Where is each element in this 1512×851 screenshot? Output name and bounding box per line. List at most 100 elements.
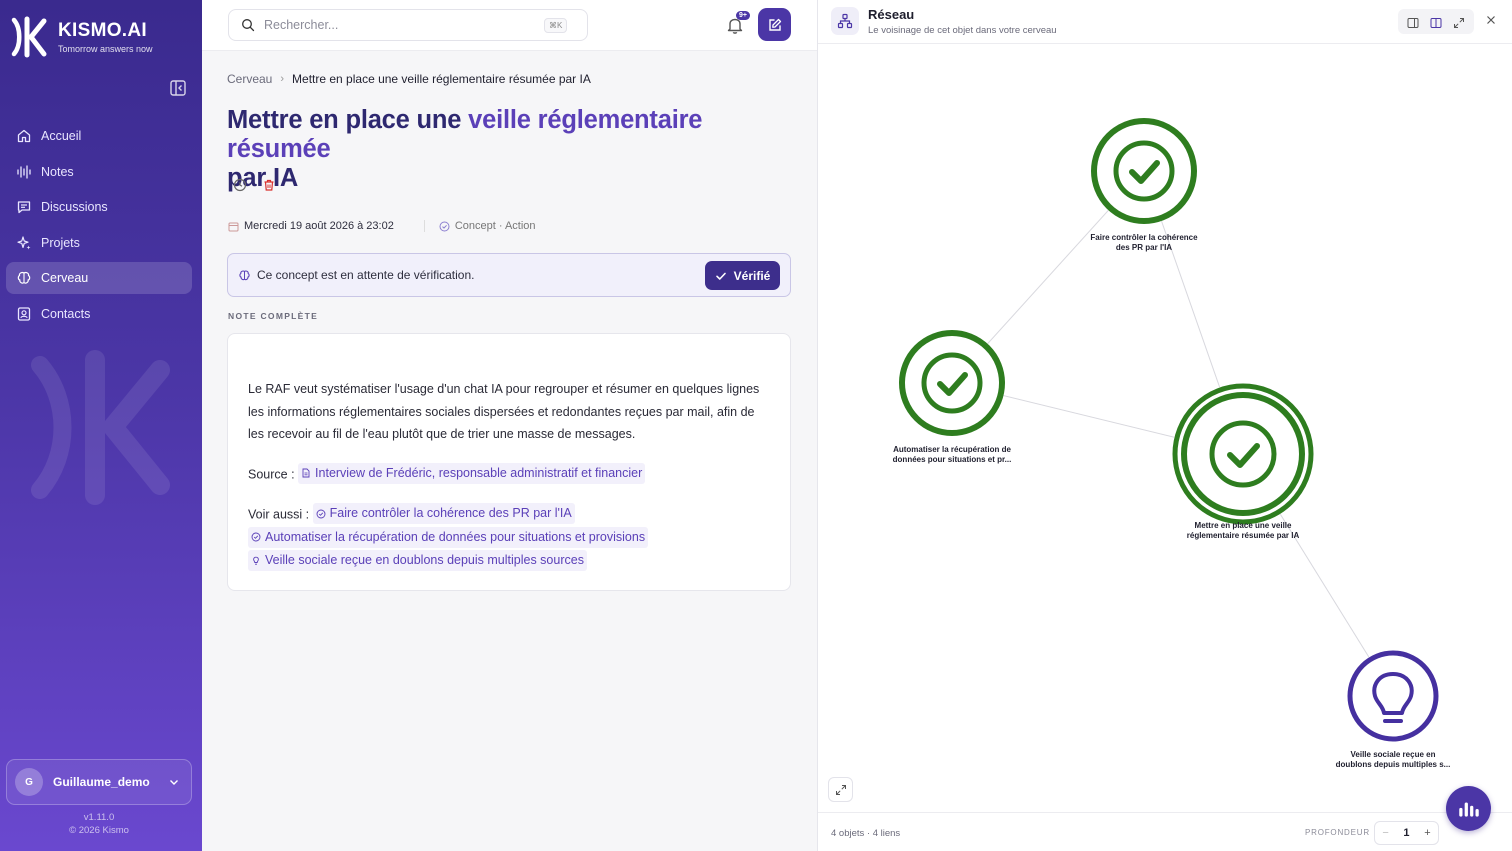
trash-icon [264, 179, 274, 191]
expand-icon [1454, 17, 1465, 28]
sidebar-item-accueil[interactable]: Accueil [6, 120, 192, 152]
check-icon [715, 272, 726, 280]
chevron-down-icon [170, 780, 178, 785]
graph-node-pr-coherence[interactable] [1091, 118, 1197, 224]
calendar-icon [228, 222, 239, 231]
depth-label: PROFONDEUR [1305, 828, 1370, 837]
sidebar-item-discussions[interactable]: Discussions [6, 191, 192, 223]
depth-decrement-button[interactable]: − [1382, 827, 1388, 839]
source-link-label: Interview de Frédéric, responsable admin… [315, 465, 643, 480]
chevron-right-icon: › [280, 73, 285, 85]
see-also-label: Voir aussi : [248, 507, 310, 522]
see-also-link[interactable]: Veille sociale reçue en doublons depuis … [248, 550, 587, 571]
divider [423, 220, 425, 232]
history-button[interactable] [233, 178, 247, 192]
brain-icon [239, 270, 250, 280]
depth-stepper: − 1 + [1374, 821, 1439, 845]
clock-icon [233, 178, 247, 192]
user-name: Guillaume_demo [53, 775, 150, 789]
brand-name: KISMO.AI [58, 20, 147, 41]
sparkles-icon [17, 235, 31, 249]
graph-node-data-recovery[interactable] [899, 330, 1005, 436]
see-also-link[interactable]: Faire contrôler la cohérence des PR par … [312, 503, 575, 524]
sidebar-item-label: Cerveau [41, 271, 89, 285]
delete-button[interactable] [262, 178, 276, 192]
panel-header: Réseau Le voisinage de cet objet dans vo… [818, 0, 1512, 44]
node-label: Veille sociale reçue en doublons depuis m… [1335, 750, 1451, 769]
breadcrumb-current: Mettre en place une veille réglementaire… [292, 72, 591, 86]
sidebar-item-projets[interactable]: Projets [6, 227, 192, 259]
brand-logo[interactable]: KISMO.AI Tomorrow answers now [8, 14, 153, 60]
note-card: Le RAF veut systématiser l'usage d'un ch… [227, 333, 791, 591]
node-label: Faire contrôler la cohérence des PR par l… [1090, 233, 1198, 252]
sidebar-item-label: Notes [41, 164, 74, 179]
copyright: © 2026 Kismo [69, 825, 129, 836]
brand-tagline: Tomorrow answers now [58, 44, 153, 54]
network-icon [831, 7, 859, 35]
depth-increment-button[interactable]: + [1424, 827, 1430, 839]
network-panel: Réseau Le voisinage de cet objet dans vo… [817, 0, 1512, 851]
source-link[interactable]: Interview de Frédéric, responsable admin… [298, 462, 646, 484]
new-note-button[interactable] [758, 8, 791, 41]
fit-view-button[interactable] [828, 777, 853, 802]
see-also-link-label: Automatiser la récupération de données p… [265, 529, 646, 544]
created-date: Mercredi 19 août 2026 à 23:02 [244, 220, 394, 232]
panel-left-icon [1407, 17, 1419, 28]
notifications-button[interactable]: 9+ [724, 11, 750, 36]
graph-node-current[interactable] [1172, 383, 1314, 525]
edit-icon [768, 18, 781, 31]
verify-button[interactable]: Vérifié [705, 261, 780, 290]
audio-bars-icon [1458, 802, 1479, 817]
sidebar-item-label: Discussions [41, 200, 108, 214]
expand-icon [835, 784, 846, 795]
app-version: v1.11.0 [83, 812, 115, 823]
lightbulb-icon [253, 556, 259, 565]
home-icon [17, 129, 31, 143]
see-also-link[interactable]: Automatiser la récupération de données p… [248, 526, 649, 548]
sidebar-nav: Accueil Notes Discussions Projets Cervea… [6, 120, 192, 333]
graph-node-veille-sociale[interactable] [1347, 650, 1439, 742]
check-circle-icon [316, 509, 326, 518]
search-input[interactable] [264, 18, 544, 32]
avatar: G [15, 768, 43, 796]
watermark-logo-icon [31, 350, 170, 505]
notification-badge: 9+ [736, 11, 750, 20]
sidebar-layout-button[interactable] [1407, 16, 1419, 28]
verification-banner: Ce concept est en attente de vérificatio… [227, 253, 791, 297]
check-circle-icon [439, 221, 450, 231]
concept-type: Concept · Action [454, 220, 536, 232]
document-icon [302, 468, 310, 478]
note-body: Le RAF veut systématiser l'usage d'un ch… [248, 382, 760, 441]
see-also-link-label: Faire contrôler la cohérence des PR par … [329, 506, 572, 520]
source-label: Source : [248, 467, 295, 481]
search-shortcut-hint: ⌘K [544, 17, 568, 33]
top-bar: ⌘K 9+ [202, 0, 817, 51]
collapse-sidebar-icon[interactable] [168, 78, 188, 98]
verification-message: Ce concept est en attente de vérificatio… [257, 268, 475, 282]
sidebar-item-label: Projets [41, 235, 80, 250]
note-see-also: Voir aussi : Faire contrôler la cohérenc… [248, 503, 770, 574]
user-menu[interactable]: G Guillaume_demo [6, 759, 192, 805]
graph-stats: 4 objets · 4 liens [831, 828, 901, 839]
node-label: Automatiser la récupération de données po… [892, 445, 1012, 464]
kismo-logo-icon [11, 16, 47, 58]
sidebar-item-notes[interactable]: Notes [6, 156, 192, 188]
panel-view-controls [1398, 9, 1474, 34]
sidebar-item-contacts[interactable]: Contacts [6, 298, 192, 330]
network-graph[interactable] [818, 45, 1512, 812]
page-title: Mettre en place une veille réglementaire… [227, 106, 787, 193]
maximize-button[interactable] [1453, 16, 1465, 28]
title-part: Mettre en place une [227, 106, 469, 134]
assistant-button[interactable] [1446, 786, 1491, 831]
search-box[interactable]: ⌘K [228, 9, 588, 41]
verify-button-label: Vérifié [733, 268, 771, 283]
check-circle-icon [251, 532, 261, 542]
breadcrumb-root-link[interactable]: Cerveau [227, 72, 272, 86]
split-layout-button[interactable] [1430, 16, 1442, 28]
sidebar-item-cerveau[interactable]: Cerveau [6, 262, 192, 294]
note-source: Source : Interview de Frédéric, responsa… [248, 462, 770, 487]
title-actions [233, 178, 291, 192]
contact-card-icon [17, 306, 31, 321]
breadcrumb: Cerveau › Mettre en place une veille rég… [227, 72, 591, 86]
close-icon[interactable] [1485, 14, 1497, 26]
